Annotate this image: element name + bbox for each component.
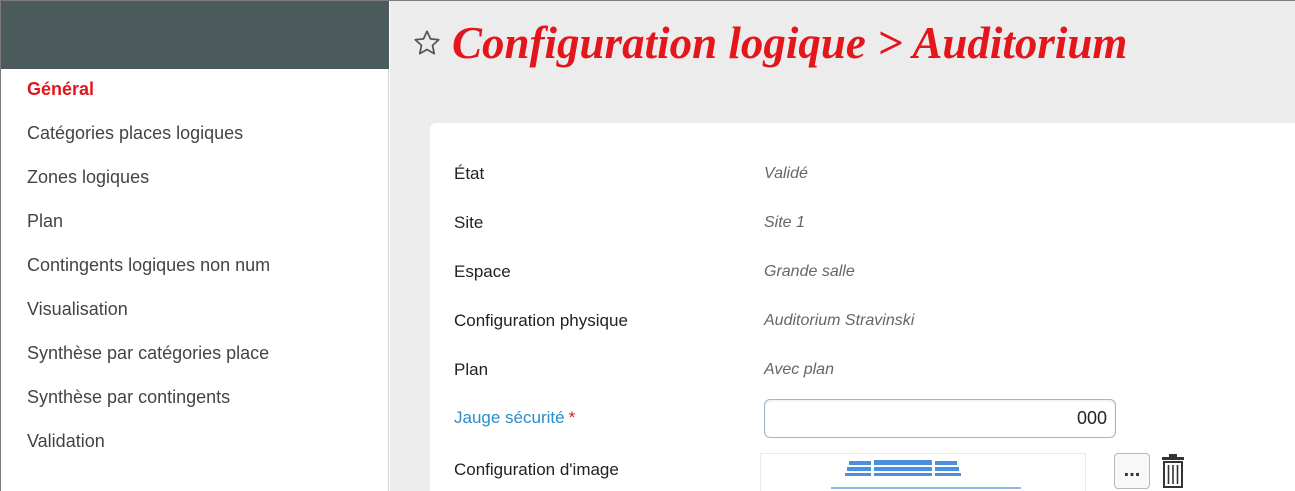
config-image-label: Configuration d'image (454, 460, 619, 479)
general-form-panel: État Validé Site Site 1 Espace Grande sa… (430, 123, 1295, 491)
sidebar-item-synthese-categories[interactable]: Synthèse par catégories place (27, 337, 270, 381)
sidebar-item-general[interactable]: Général (27, 73, 270, 117)
jauge-securite-input[interactable] (764, 398, 1116, 438)
form-row-espace: Espace Grande salle (454, 257, 1274, 287)
sidebar: Général Catégories places logiques Zones… (1, 1, 389, 491)
etat-value: Validé (764, 165, 808, 182)
site-value: Site 1 (764, 214, 805, 231)
form-row-etat: État Validé (454, 159, 1274, 189)
form-row-jauge: Jauge sécurité * (454, 397, 1274, 439)
sidebar-nav: Général Catégories places logiques Zones… (27, 73, 270, 469)
plan-value: Avec plan (764, 361, 834, 378)
sidebar-header (1, 1, 389, 69)
star-outline-icon[interactable] (412, 28, 442, 58)
espace-value: Grande salle (764, 263, 855, 280)
espace-label: Espace (454, 262, 511, 281)
sidebar-item-contingents-logiques[interactable]: Contingents logiques non num (27, 249, 270, 293)
etat-label: État (454, 164, 485, 183)
seating-plan-thumbnail (760, 453, 1086, 491)
sidebar-item-zones-logiques[interactable]: Zones logiques (27, 161, 270, 205)
main-content: Configuration logique > Auditorium État … (390, 1, 1295, 491)
config-physique-value: Auditorium Stravinski (764, 312, 915, 329)
sidebar-item-synthese-contingents[interactable]: Synthèse par contingents (27, 381, 270, 425)
sidebar-item-visualisation[interactable]: Visualisation (27, 293, 270, 337)
app-frame: Général Catégories places logiques Zones… (0, 0, 1295, 491)
sidebar-item-plan[interactable]: Plan (27, 205, 270, 249)
plan-label: Plan (454, 360, 489, 379)
trash-icon[interactable] (1158, 453, 1188, 489)
sidebar-item-categories-places-logiques[interactable]: Catégories places logiques (27, 117, 270, 161)
required-mark: * (568, 408, 576, 427)
form-row-plan: Plan Avec plan (454, 355, 1274, 385)
jauge-label-text: Jauge sécurité (454, 408, 565, 427)
browse-image-button[interactable]: ... (1114, 453, 1150, 489)
config-physique-label: Configuration physique (454, 311, 628, 330)
site-label: Site (454, 213, 484, 232)
form-row-config-physique: Configuration physique Auditorium Stravi… (454, 306, 1274, 336)
jauge-label: Jauge sécurité * (454, 408, 764, 428)
sidebar-item-validation[interactable]: Validation (27, 425, 270, 469)
form-row-site: Site Site 1 (454, 208, 1274, 238)
page-title-text: Configuration logique > Auditorium (452, 18, 1128, 68)
page-title: Configuration logique > Auditorium (412, 15, 1127, 71)
